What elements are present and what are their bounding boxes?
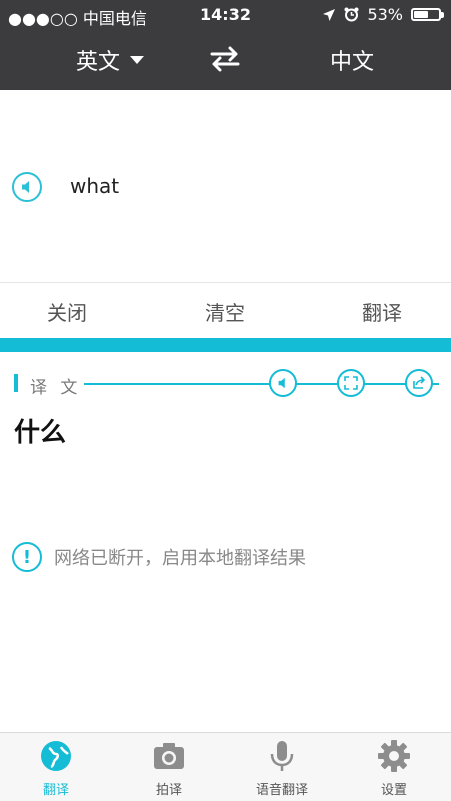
tab-voice-translate[interactable]: 语音翻译 [237, 739, 327, 798]
input-text[interactable]: what [70, 174, 119, 198]
bottom-tab-bar: 翻译 拍译 语音翻译 设置 [0, 732, 451, 801]
status-right: 53% [322, 5, 444, 24]
battery-fill [414, 11, 428, 18]
speaker-icon [278, 377, 285, 389]
tab-label: 拍译 [155, 783, 182, 798]
speaker-icon [22, 181, 29, 193]
close-button[interactable]: 关闭 [47, 297, 87, 326]
app-header: ●●●○○ 中国电信 14:32 53% 英文 中文 [0, 0, 451, 90]
tab-label: 翻译 [42, 783, 69, 798]
camera-icon [154, 743, 184, 769]
source-language-label: 英文 [76, 50, 121, 75]
language-bar: 英文 中文 [0, 30, 451, 88]
tab-label: 语音翻译 [255, 783, 308, 798]
result-header-line [84, 383, 439, 385]
status-bar: ●●●○○ 中国电信 14:32 53% [0, 0, 451, 30]
fullscreen-button[interactable] [337, 369, 365, 397]
alarm-clock-icon [344, 7, 359, 22]
result-panel: 译 文 什么 ! 网络已断开，启用本地翻译结果 [0, 352, 451, 732]
pronounce-input-button[interactable] [12, 172, 42, 202]
tab-settings[interactable]: 设置 [349, 739, 439, 798]
result-label: 译 文 [30, 378, 82, 398]
expand-icon [344, 376, 358, 390]
battery-percent: 53% [367, 5, 403, 24]
accent-divider [0, 338, 451, 352]
clear-button[interactable]: 清空 [205, 297, 245, 326]
pronounce-result-button[interactable] [269, 369, 297, 397]
share-icon [413, 376, 426, 389]
offline-notice-text: 网络已断开，启用本地翻译结果 [54, 548, 306, 569]
dropdown-caret-icon [130, 56, 145, 64]
target-language-selector[interactable]: 中文 [330, 44, 374, 76]
translation-result: 什么 [14, 418, 67, 448]
battery-icon [411, 8, 444, 21]
action-bar: 关闭 清空 翻译 [0, 283, 451, 338]
tab-photo-translate[interactable]: 拍译 [124, 739, 214, 798]
info-exclamation-icon: ! [12, 542, 42, 572]
tab-translate[interactable]: 翻译 [11, 739, 101, 798]
swap-languages-icon[interactable] [208, 44, 242, 74]
input-area[interactable]: what [0, 90, 451, 283]
source-language-selector[interactable]: 英文 [76, 44, 145, 76]
translate-button[interactable]: 翻译 [362, 297, 402, 326]
gear-icon [378, 740, 410, 772]
globe-icon [41, 741, 71, 771]
location-arrow-icon [323, 8, 336, 21]
result-marker [14, 374, 18, 392]
share-button[interactable] [405, 369, 433, 397]
tab-label: 设置 [380, 783, 407, 798]
offline-notice: ! 网络已断开，启用本地翻译结果 [12, 542, 306, 572]
result-header: 译 文 [14, 369, 439, 398]
microphone-icon [270, 741, 294, 771]
